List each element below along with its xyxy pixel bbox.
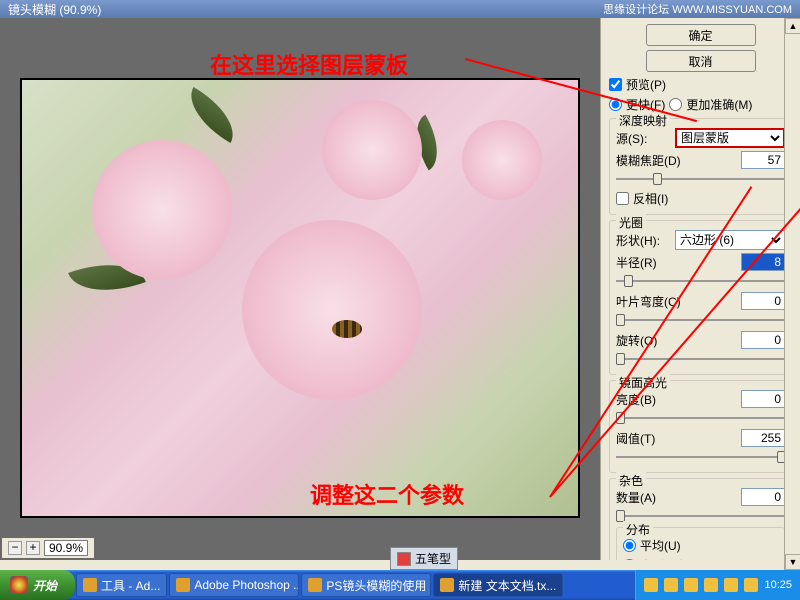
radius-slider[interactable] [616, 274, 785, 288]
tray-icon[interactable] [644, 578, 658, 592]
settings-panel: 确定 取消 预览(P) 更快(F) 更加准确(M) 深度映射 源(S): 图层蒙… [600, 18, 800, 560]
amount-input[interactable] [741, 488, 785, 506]
annotation-bottom: 调整这二个参数 [310, 478, 464, 510]
start-button[interactable]: 开始 [0, 570, 75, 600]
threshold-label: 阈值(T) [616, 430, 655, 447]
iris-group: 光圈 形状(H): 六边形 (6) 半径(R) 叶片弯度(C) 旋转(O) [609, 220, 792, 375]
taskbar-item[interactable]: 工具 - Ad... [76, 573, 167, 597]
clock[interactable]: 10:25 [764, 579, 792, 591]
preview-label: 预览(P) [626, 76, 666, 93]
cancel-button[interactable]: 取消 [646, 50, 756, 72]
app-icon [308, 578, 322, 592]
ime-text: 五笔型 [415, 550, 451, 567]
threshold-input[interactable] [741, 429, 785, 447]
uniform-label: 平均(U) [640, 537, 681, 554]
titlebar: 镜头模糊 (90.9%) 思缘设计论坛 WWW.MISSYUAN.COM [0, 0, 800, 18]
shape-label: 形状(H): [616, 232, 660, 249]
rotation-input[interactable] [741, 331, 785, 349]
vertical-scrollbar[interactable]: ▲ ▼ [784, 18, 800, 570]
taskbar-item[interactable]: 新建 文本文档.tx... [433, 573, 563, 597]
brightness-slider[interactable] [616, 411, 785, 425]
tray-icon[interactable] [744, 578, 758, 592]
start-label: 开始 [33, 577, 57, 594]
dist-group-title: 分布 [623, 521, 653, 538]
ime-icon[interactable] [397, 552, 411, 566]
focal-label: 模糊焦距(D) [616, 152, 681, 169]
zoom-out-button[interactable]: − [8, 541, 22, 555]
preview-image[interactable] [20, 78, 580, 518]
taskbar: 开始 工具 - Ad... Adobe Photoshop ... PS镜头模糊… [0, 570, 800, 600]
tray-icon[interactable] [724, 578, 738, 592]
distribution-group: 分布 平均(U) 高斯分布(G) [616, 527, 785, 560]
depth-group-title: 深度映射 [616, 112, 670, 129]
system-tray: 10:25 [635, 570, 800, 600]
focal-slider[interactable] [616, 172, 785, 186]
depth-group: 深度映射 源(S): 图层蒙版 模糊焦距(D) 反相(I) [609, 118, 792, 215]
zoom-value[interactable]: 90.9% [44, 540, 88, 556]
annotation-top: 在这里选择图层蒙板 [210, 48, 408, 80]
zoom-in-button[interactable]: + [26, 541, 40, 555]
invert-checkbox[interactable] [616, 192, 629, 205]
source-select[interactable]: 图层蒙版 [675, 128, 785, 148]
iris-group-title: 光圈 [616, 214, 646, 231]
folder-icon [83, 578, 97, 592]
noise-group-title: 杂色 [616, 472, 646, 489]
noise-group: 杂色 数量(A) 分布 平均(U) 高斯分布(G) 单色(M) [609, 478, 792, 560]
preview-checkbox[interactable] [609, 78, 622, 91]
main-area: 在这里选择图层蒙板 调整这二个参数 − + 90.9% 确定 取消 预览(P) … [0, 18, 800, 560]
taskbar-item[interactable]: Adobe Photoshop ... [169, 573, 299, 597]
gaussian-label: 高斯分布(G) [640, 557, 705, 560]
tray-icon[interactable] [704, 578, 718, 592]
scroll-up-button[interactable]: ▲ [785, 18, 800, 34]
uniform-radio[interactable] [623, 539, 636, 552]
language-bar[interactable]: 五笔型 [390, 547, 458, 570]
taskbar-item[interactable]: PS镜头模糊的使用 ... [301, 573, 431, 597]
accurate-label: 更加准确(M) [686, 96, 752, 113]
radius-label: 半径(R) [616, 254, 657, 271]
focal-input[interactable] [741, 151, 785, 169]
tray-icon[interactable] [684, 578, 698, 592]
zoom-bar: − + 90.9% [2, 538, 94, 558]
watermark: 思缘设计论坛 WWW.MISSYUAN.COM [603, 1, 792, 17]
brightness-input[interactable] [741, 390, 785, 408]
text-icon [440, 578, 454, 592]
tray-icon[interactable] [664, 578, 678, 592]
amount-label: 数量(A) [616, 489, 656, 506]
ok-button[interactable]: 确定 [646, 24, 756, 46]
app-icon [176, 578, 190, 592]
invert-label: 反相(I) [633, 190, 668, 207]
source-label: 源(S): [616, 130, 647, 147]
scroll-down-button[interactable]: ▼ [785, 554, 800, 570]
accurate-radio[interactable] [669, 98, 682, 111]
preview-pane: 在这里选择图层蒙板 调整这二个参数 − + 90.9% [0, 18, 600, 560]
threshold-slider[interactable] [616, 450, 785, 464]
windows-icon [10, 576, 28, 594]
window-title: 镜头模糊 (90.9%) [8, 1, 101, 18]
gaussian-radio[interactable] [623, 559, 636, 560]
curvature-input[interactable] [741, 292, 785, 310]
